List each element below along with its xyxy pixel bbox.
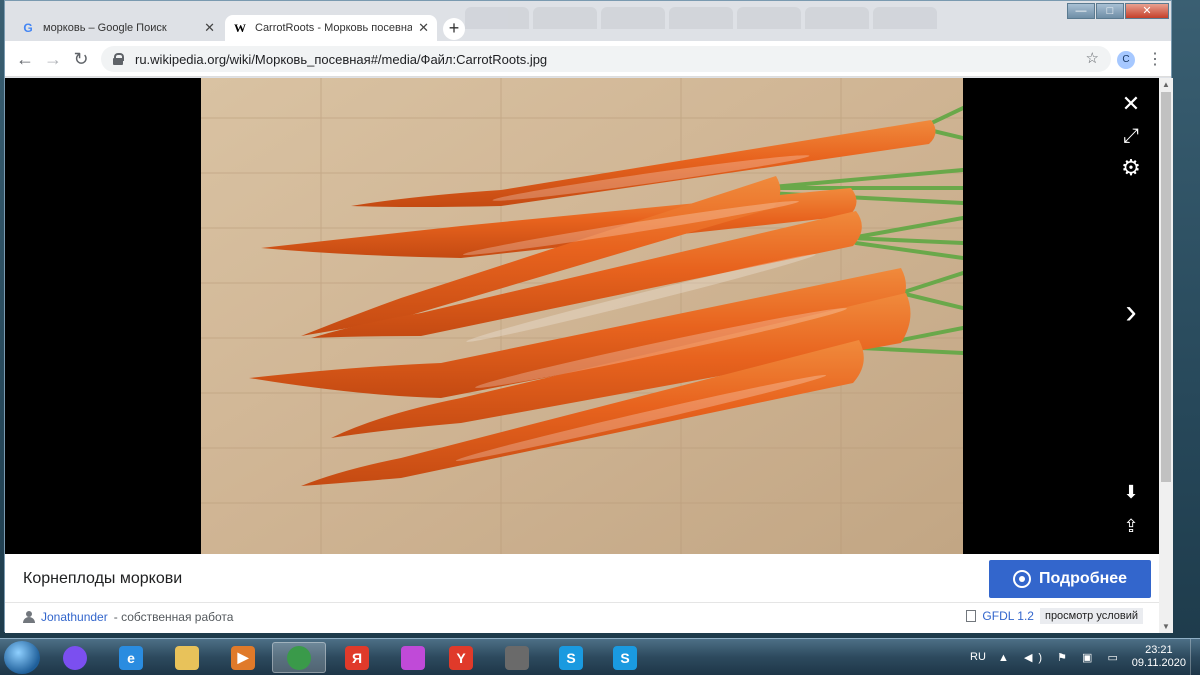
forward-button[interactable]: → xyxy=(43,49,63,69)
carrots-photo xyxy=(201,78,963,554)
chrome-window: G морковь – Google Поиск ✕ W CarrotRoots… xyxy=(4,0,1173,633)
user-icon xyxy=(23,611,35,623)
ie-icon: e xyxy=(119,645,143,670)
taskbar-app-terminal-button[interactable] xyxy=(490,642,544,673)
browser-toolbar: ← → ↻ ru.wikipedia.org/wiki/Морковь_посе… xyxy=(5,41,1171,77)
more-details-button[interactable]: Подробнее xyxy=(989,560,1151,598)
page-scrollbar[interactable]: ▲ ▼ xyxy=(1159,78,1173,633)
skype-icon: S xyxy=(559,645,583,670)
language-indicator[interactable]: RU xyxy=(970,651,986,663)
close-viewer-icon[interactable]: ✕ xyxy=(1117,90,1145,118)
image-credit: Jonathunder - собственная работа GFDL 1.… xyxy=(5,603,1159,633)
start-button[interactable] xyxy=(4,641,40,674)
fullscreen-icon[interactable]: ⤢ xyxy=(1117,122,1145,150)
close-tab-icon[interactable]: ✕ xyxy=(418,20,429,36)
background-window-tabs xyxy=(465,7,937,31)
yandex-browser-icon: Y xyxy=(449,645,473,670)
license-document-icon xyxy=(966,610,977,622)
clock-time: 23:21 xyxy=(1145,644,1173,656)
explorer-icon xyxy=(175,645,199,670)
taskbar-yandex-browser-button[interactable]: Y xyxy=(434,642,488,673)
taskbar-skype2-button[interactable]: S xyxy=(598,642,652,673)
minimize-button[interactable]: — xyxy=(1067,3,1095,19)
download-icon[interactable]: ⬇ xyxy=(1117,478,1145,506)
chrome-icon xyxy=(287,645,311,670)
tray-icons[interactable]: ▲ ◀) ⚑ ▣ ▭ xyxy=(998,651,1124,664)
close-tab-icon[interactable]: ✕ xyxy=(204,20,215,36)
new-tab-button[interactable]: + xyxy=(443,18,465,40)
reload-button[interactable]: ↻ xyxy=(71,49,91,69)
yandex-icon: Я xyxy=(345,645,369,670)
system-tray: RU ▲ ◀) ⚑ ▣ ▭ 23:21 09.11.2020 xyxy=(970,639,1200,675)
alice-icon xyxy=(63,645,87,670)
close-window-button[interactable]: ✕ xyxy=(1125,3,1169,19)
google-favicon-icon: G xyxy=(23,21,33,35)
taskbar-app-purple-button[interactable] xyxy=(386,642,440,673)
show-desktop-button[interactable] xyxy=(1190,639,1200,675)
license-info: GFDL 1.2 просмотр условий xyxy=(966,608,1143,624)
app-purple-icon xyxy=(401,645,425,670)
profile-avatar[interactable]: C xyxy=(1117,51,1135,69)
url-text: ru.wikipedia.org/wiki/Морковь_посевная#/… xyxy=(135,51,548,67)
tab-strip: G морковь – Google Поиск ✕ W CarrotRoots… xyxy=(5,1,1171,41)
taskbar-ie-button[interactable]: e xyxy=(104,642,158,673)
taskbar-explorer-button[interactable] xyxy=(160,642,214,673)
view-terms-button[interactable]: просмотр условий xyxy=(1039,608,1143,624)
back-button[interactable]: ← xyxy=(15,49,35,69)
tab-google-search[interactable]: G морковь – Google Поиск ✕ xyxy=(13,15,223,41)
screen: G морковь – Google Поиск ✕ W CarrotRoots… xyxy=(0,0,1200,675)
taskbar-skype-button[interactable]: S xyxy=(544,642,598,673)
tab-label: морковь – Google Поиск xyxy=(43,22,167,34)
scroll-up-icon[interactable]: ▲ xyxy=(1162,80,1170,89)
clock-date: 09.11.2020 xyxy=(1131,657,1186,669)
author-link[interactable]: Jonathunder xyxy=(41,610,108,624)
scrollbar-thumb[interactable] xyxy=(1161,92,1171,482)
skype2-icon: S xyxy=(613,645,637,670)
tab-wikipedia[interactable]: W CarrotRoots - Морковь посевная ✕ xyxy=(225,15,437,41)
media-viewer: ✕ ⤢ ⚙ › ⬇ ⇪ xyxy=(5,78,1159,554)
browser-menu-icon[interactable]: ⋮ xyxy=(1147,49,1163,69)
license-link[interactable]: GFDL 1.2 xyxy=(982,609,1034,623)
carrots-image xyxy=(201,78,963,554)
author-credit: Jonathunder - собственная работа xyxy=(23,610,233,624)
window-controls: — □ ✕ xyxy=(1067,3,1169,19)
app-terminal-icon xyxy=(505,645,529,670)
wikipedia-favicon-icon: W xyxy=(234,20,246,35)
tab-label: CarrotRoots - Морковь посевная xyxy=(255,22,413,34)
address-bar[interactable]: ru.wikipedia.org/wiki/Морковь_посевная#/… xyxy=(101,46,1111,72)
taskbar-alice-button[interactable] xyxy=(48,642,102,673)
settings-icon[interactable]: ⚙ xyxy=(1117,154,1145,182)
scroll-down-icon[interactable]: ▼ xyxy=(1162,622,1170,631)
taskbar: e ▶ Я Y S S RU ▲ ◀) ⚑ ▣ ▭ 23:21 09.11.2020 xyxy=(0,638,1200,675)
taskbar-media-button[interactable]: ▶ xyxy=(216,642,270,673)
clock[interactable]: 23:21 09.11.2020 xyxy=(1132,644,1186,670)
chevron-right-icon[interactable]: › xyxy=(1117,295,1145,329)
media-icon: ▶ xyxy=(231,645,255,670)
author-suffix: - собственная работа xyxy=(113,610,234,624)
lock-icon xyxy=(113,53,124,65)
commons-icon xyxy=(1012,570,1031,588)
bookmark-star-icon[interactable]: ☆ xyxy=(1086,49,1099,67)
image-title: Корнеплоды моркови xyxy=(23,570,183,587)
more-details-label: Подробнее xyxy=(1038,570,1128,587)
maximize-button[interactable]: □ xyxy=(1096,3,1124,19)
taskbar-yandex-button[interactable]: Я xyxy=(330,642,384,673)
taskbar-chrome-button[interactable] xyxy=(272,642,326,673)
image-info-bar: Корнеплоды моркови Подробнее xyxy=(5,554,1159,603)
share-icon[interactable]: ⇪ xyxy=(1117,512,1145,540)
